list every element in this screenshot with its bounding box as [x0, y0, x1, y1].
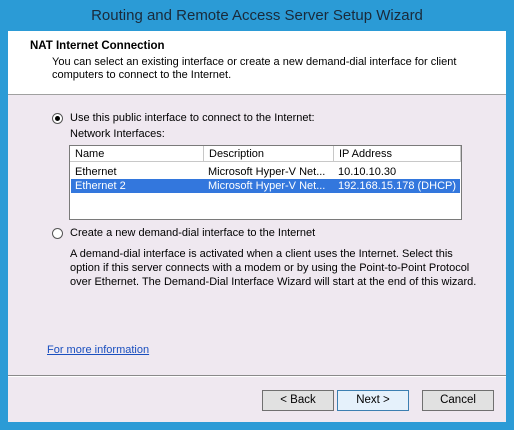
back-button[interactable]: < Back — [262, 390, 334, 411]
more-info-link[interactable]: For more information — [47, 344, 149, 356]
radio-public-interface-label[interactable]: Use this public interface to connect to … — [70, 112, 315, 124]
wizard-client: NAT Internet Connection You can select a… — [8, 31, 506, 422]
cancel-button[interactable]: Cancel — [422, 390, 494, 411]
page-title: NAT Internet Connection — [30, 40, 165, 52]
wizard-header: NAT Internet Connection You can select a… — [8, 31, 506, 95]
radio-public-interface[interactable] — [52, 113, 63, 124]
cell-name: Ethernet — [75, 166, 117, 178]
column-header-ip[interactable]: IP Address — [334, 146, 461, 162]
network-interfaces-label: Network Interfaces: — [70, 128, 165, 140]
table-row[interactable]: Ethernet Microsoft Hyper-V Net... 10.10.… — [71, 165, 460, 179]
cell-description: Microsoft Hyper-V Net... — [208, 166, 326, 178]
page-subtitle: You can select an existing interface or … — [52, 56, 457, 81]
cell-name: Ethernet 2 — [75, 180, 126, 192]
demand-dial-description: A demand-dial interface is activated whe… — [70, 248, 477, 288]
cell-ip: 192.168.15.178 (DHCP) — [338, 180, 457, 192]
table-row[interactable]: Ethernet 2 Microsoft Hyper-V Net... 192.… — [71, 179, 460, 193]
cell-description: Microsoft Hyper-V Net... — [208, 180, 326, 192]
radio-demand-dial-label[interactable]: Create a new demand-dial interface to th… — [70, 227, 315, 239]
next-button[interactable]: Next > — [337, 390, 409, 411]
divider — [8, 375, 506, 377]
column-header-name[interactable]: Name — [70, 146, 204, 162]
window-title: Routing and Remote Access Server Setup W… — [91, 7, 423, 24]
cell-ip: 10.10.10.30 — [338, 166, 397, 178]
radio-demand-dial[interactable] — [52, 228, 63, 239]
network-interfaces-list[interactable]: Name Description IP Address Ethernet Mic… — [69, 145, 462, 220]
column-header-description[interactable]: Description — [204, 146, 334, 162]
